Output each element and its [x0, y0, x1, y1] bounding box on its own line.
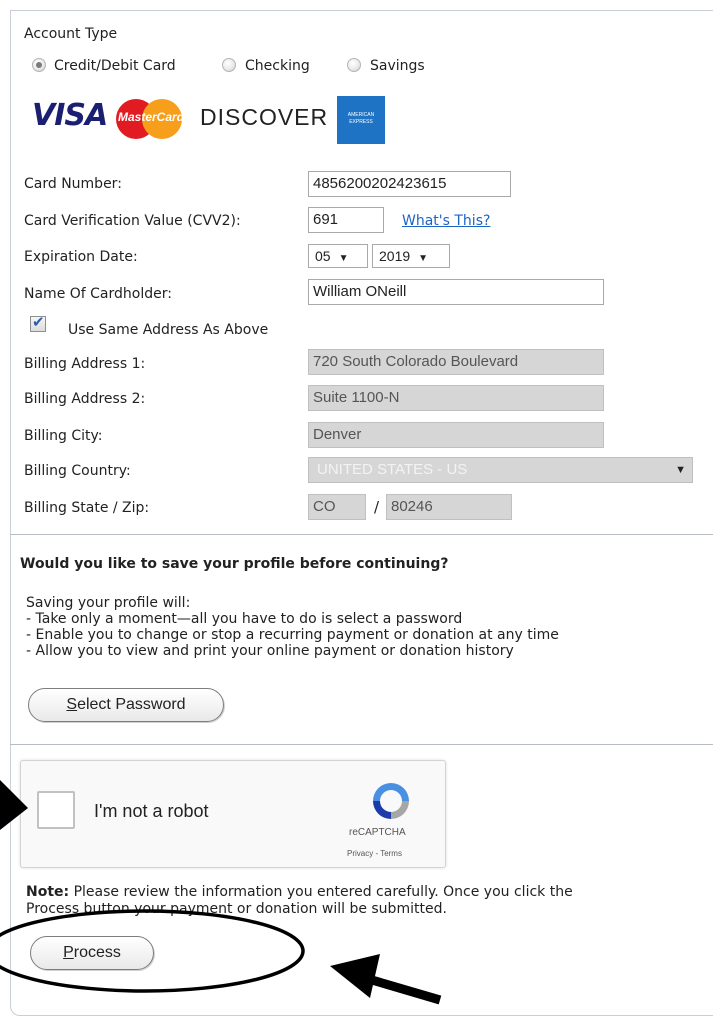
highlight-ellipse — [0, 909, 305, 993]
annotation-overlay — [0, 780, 442, 1005]
arrow-shaft — [363, 973, 442, 1005]
arrow-pointer-captcha-icon — [0, 780, 28, 830]
arrow-pointer-process-icon — [330, 954, 380, 998]
